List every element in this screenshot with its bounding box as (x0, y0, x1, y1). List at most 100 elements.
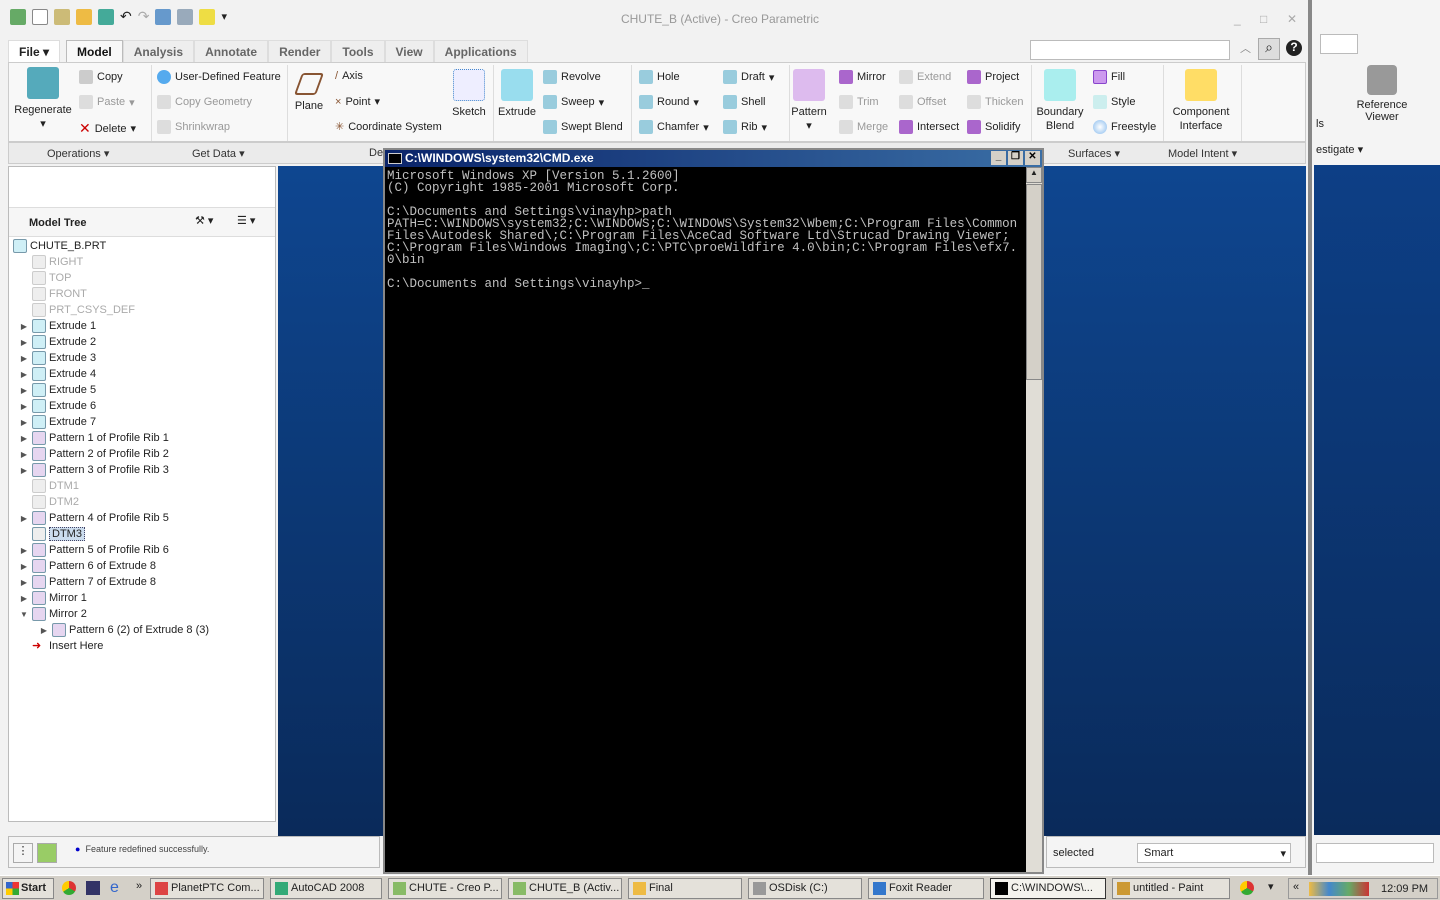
taskbar-button[interactable]: Foxit Reader (868, 878, 984, 899)
tree-item[interactable]: ▶ Pattern 5 of Profile Rib 6 (19, 542, 169, 558)
background-search-field[interactable] (1320, 34, 1358, 54)
taskbar-button[interactable]: untitled - Paint (1112, 878, 1230, 899)
rib-button[interactable]: Rib ▾ (723, 120, 767, 134)
tree-item[interactable]: ▶ Extrude 4 (19, 366, 96, 382)
get-data-group[interactable]: Get Data ▾ (192, 147, 245, 160)
shrinkwrap-button[interactable]: Shrinkwrap (157, 120, 230, 134)
expand-toggle-icon[interactable]: ▶ (19, 546, 29, 555)
expand-toggle-icon[interactable]: ▶ (19, 354, 29, 363)
expand-toggle-icon[interactable]: ▶ (19, 562, 29, 571)
tree-item[interactable]: ▶ Pattern 3 of Profile Rib 3 (19, 462, 169, 478)
expand-toggle-icon[interactable]: ▼ (19, 610, 29, 619)
model-intent-group[interactable]: Model Intent ▾ (1168, 147, 1237, 160)
extrude-button[interactable]: Extrude (497, 69, 537, 119)
expand-toggle-icon[interactable]: ▶ (19, 418, 29, 427)
mirror-button[interactable]: Mirror (839, 70, 886, 84)
expand-toggle-icon[interactable]: ▶ (19, 322, 29, 331)
taskbar-button[interactable]: PlanetPTC Com... (150, 878, 264, 899)
background-filter-dropdown[interactable] (1316, 843, 1434, 863)
tray-icons[interactable] (1309, 882, 1369, 896)
customize-chevron-icon[interactable]: ▾ (221, 10, 227, 23)
tree-item[interactable]: ▶ Pattern 4 of Profile Rib 5 (19, 510, 169, 526)
round-button[interactable]: Round ▾ (639, 95, 699, 109)
cmd-console-output[interactable]: Microsoft Windows XP [Version 5.1.2600] … (385, 167, 1026, 872)
revolve-button[interactable]: Revolve (543, 70, 601, 84)
extend-button[interactable]: Extend (899, 70, 951, 84)
chamfer-button[interactable]: Chamfer ▾ (639, 120, 709, 134)
tree-item[interactable]: RIGHT (19, 254, 83, 270)
windows-icon[interactable] (177, 8, 194, 25)
tree-settings-icon[interactable]: ⚒ ▾ (195, 214, 213, 227)
draft-button[interactable]: Draft ▾ (723, 70, 774, 84)
tree-item[interactable]: ▼ Mirror 2 (19, 606, 87, 622)
tree-item[interactable]: CHUTE_B.PRT (13, 238, 106, 254)
tree-item[interactable]: DTM1 (19, 478, 79, 494)
quicklaunch-icon[interactable] (86, 881, 100, 895)
command-search-input[interactable] (1030, 40, 1230, 60)
taskbar-button[interactable]: AutoCAD 2008 (270, 878, 382, 899)
more-quicklaunch-icon[interactable]: » (136, 880, 142, 892)
expand-toggle-icon[interactable]: ▶ (19, 450, 29, 459)
copy-button[interactable]: Copy (79, 70, 123, 84)
cmd-scroll-thumb[interactable] (1026, 184, 1042, 380)
tree-item[interactable]: ▶ Pattern 6 (2) of Extrude 8 (3) (39, 622, 209, 638)
datum-group[interactable]: De (369, 147, 383, 159)
chrome-quicklaunch-icon[interactable] (62, 881, 76, 895)
tab-file[interactable]: File ▾ (8, 40, 61, 63)
tree-item[interactable]: PRT_CSYS_DEF (19, 302, 135, 318)
minimize-button[interactable]: _ (1234, 12, 1241, 26)
redo-icon[interactable]: ↷ (138, 8, 150, 25)
close-window-icon[interactable] (199, 8, 216, 25)
csys-button[interactable]: ✳ Coordinate System (335, 120, 442, 134)
tree-item[interactable]: DTM2 (19, 494, 79, 510)
tree-item[interactable]: ▶ Extrude 7 (19, 414, 96, 430)
hole-button[interactable]: Hole (639, 70, 680, 84)
cmd-restore-button[interactable]: ❐ (1008, 151, 1023, 165)
cmd-close-button[interactable]: ✕ (1025, 151, 1040, 165)
tab-analysis[interactable]: Analysis (122, 40, 195, 63)
freestyle-button[interactable]: Freestyle (1093, 120, 1156, 134)
axis-button[interactable]: / Axis (335, 70, 363, 82)
collapse-ribbon-icon[interactable]: ︿ (1240, 40, 1251, 56)
taskbar-button[interactable]: CHUTE_B (Activ... (508, 878, 622, 899)
swept-blend-button[interactable]: Swept Blend (543, 120, 623, 134)
selection-filter-dropdown[interactable]: Smart ▾ (1137, 843, 1291, 863)
new-icon[interactable] (32, 8, 48, 25)
taskbar-button[interactable]: C:\WINDOWS\... (990, 878, 1106, 899)
tab-view[interactable]: View (384, 40, 434, 63)
regenerate-small-icon[interactable] (155, 8, 172, 25)
sketch-button[interactable]: Sketch (449, 69, 489, 119)
offset-button[interactable]: Offset (899, 95, 946, 109)
tab-model[interactable]: Model (66, 40, 123, 63)
maximize-button[interactable]: □ (1260, 12, 1267, 26)
tab-applications[interactable]: Applications (433, 40, 528, 63)
solidify-button[interactable]: Solidify (967, 120, 1020, 134)
taskbar-button[interactable]: CHUTE - Creo P... (388, 878, 502, 899)
expand-toggle-icon[interactable]: ▶ (19, 594, 29, 603)
style-button[interactable]: Style (1093, 95, 1135, 109)
regenerate-button[interactable]: Regenerate ▾ (13, 67, 73, 131)
tray-chrome-icon[interactable] (1240, 881, 1254, 895)
tree-columns-icon[interactable]: ☰ ▾ (237, 214, 255, 227)
thicken-button[interactable]: Thicken (967, 95, 1024, 109)
tree-item[interactable]: ▶ Extrude 2 (19, 334, 96, 350)
taskbar-button[interactable]: Final (628, 878, 742, 899)
expand-toggle-icon[interactable]: ▶ (19, 386, 29, 395)
point-button[interactable]: × Point ▾ (335, 95, 380, 109)
paste-button[interactable]: Paste ▾ (79, 95, 135, 109)
expand-toggle-icon[interactable]: ▶ (19, 514, 29, 523)
tree-item[interactable]: ▶ Mirror 1 (19, 590, 87, 606)
expand-toggle-icon[interactable]: ▶ (19, 402, 29, 411)
reference-viewer-button[interactable]: Reference Viewer (1352, 65, 1412, 123)
investigate-group-label[interactable]: estigate ▾ (1316, 143, 1363, 156)
cmd-scrollbar[interactable]: ▲ (1026, 167, 1042, 872)
shell-button[interactable]: Shell (723, 95, 765, 109)
udf-button[interactable]: User-Defined Feature (157, 70, 281, 84)
expand-toggle-icon[interactable]: ▶ (19, 578, 29, 587)
operations-group[interactable]: Operations ▾ (47, 147, 109, 160)
tree-item[interactable]: ➜ Insert Here (19, 638, 103, 654)
start-button[interactable]: Start (2, 878, 54, 899)
cmd-title-bar[interactable]: C:\WINDOWS\system32\CMD.exe _ ❐ ✕ (385, 150, 1042, 167)
tree-item[interactable]: ▶ Extrude 1 (19, 318, 96, 334)
tree-item[interactable]: TOP (19, 270, 71, 286)
